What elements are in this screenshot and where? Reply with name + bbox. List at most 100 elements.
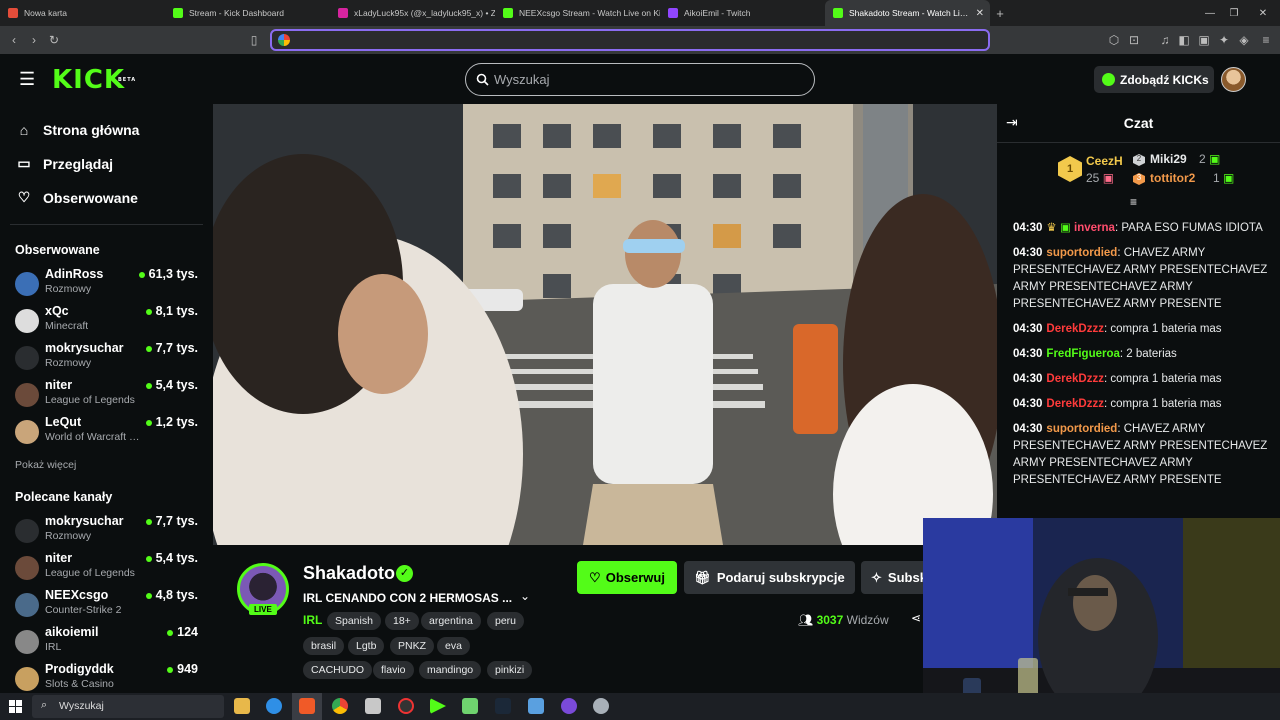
channel-name[interactable]: Shakadoto: [303, 563, 395, 584]
leader-name[interactable]: CeezH: [1086, 154, 1123, 168]
screenshot-icon[interactable]: ⊡: [1126, 32, 1142, 48]
app-icon[interactable]: [528, 698, 544, 714]
kick-favicon-icon: [173, 8, 183, 18]
recommended-channel[interactable]: aikoiemil IRL 124: [15, 625, 203, 659]
sidebar: ⌂ Strona główna ▭ Przeglądaj ♡ Obserwowane …: [0, 104, 213, 693]
followed-channel[interactable]: niter League of Legends 5,4 tys.: [15, 378, 203, 412]
back-icon[interactable]: ‹: [6, 32, 22, 48]
followed-channel[interactable]: LeQut World of Warcraft … 1,2 tys.: [15, 415, 203, 449]
avatar: [15, 519, 39, 543]
webcam-video-frame: [923, 518, 1280, 720]
obs-icon[interactable]: [398, 698, 414, 714]
kick-favicon-icon: [833, 8, 843, 18]
app-icon[interactable]: [593, 698, 609, 714]
music-icon[interactable]: ♫: [1157, 32, 1173, 48]
hamburger-menu-icon[interactable]: ☰: [19, 70, 35, 88]
file-explorer-icon[interactable]: [234, 698, 250, 714]
address-bar[interactable]: [270, 29, 990, 51]
browser-tab[interactable]: Nowa karta: [0, 0, 165, 26]
tag[interactable]: Spanish: [327, 612, 381, 630]
get-kicks-button[interactable]: Zdobądź KICKs: [1094, 66, 1214, 93]
follow-button[interactable]: ♡ Obserwuj: [577, 561, 677, 594]
search-icon: [476, 73, 489, 86]
app-icon[interactable]: [365, 698, 381, 714]
tag[interactable]: CACHUDO: [303, 661, 373, 679]
nav-following[interactable]: ♡ Obserwowane: [15, 189, 138, 206]
followed-channel[interactable]: mokrysuchar Rozmowy 7,7 tys.: [15, 341, 203, 375]
browser-tab[interactable]: Stream - Kick Dashboard: [165, 0, 330, 26]
avatar: [15, 420, 39, 444]
chevron-down-icon[interactable]: ⌄: [520, 589, 530, 603]
leader-count: 2 ▣: [1199, 152, 1221, 166]
tag[interactable]: flavio: [373, 661, 414, 679]
live-dot-icon: [167, 666, 174, 673]
media-player-icon[interactable]: [430, 698, 446, 714]
tag[interactable]: brasil: [303, 637, 345, 655]
category-link[interactable]: IRL: [303, 613, 322, 627]
search-input[interactable]: Wyszukaj: [465, 63, 815, 96]
chrome-icon[interactable]: [332, 698, 348, 714]
followed-channel[interactable]: xQc Minecraft 8,1 tys.: [15, 304, 203, 338]
browser-tab-active[interactable]: Shakadoto Stream - Watch Li… ✕: [825, 0, 990, 26]
gift-subscription-button[interactable]: 🎁︎ Podaruj subskrypcje: [684, 561, 855, 594]
recommended-channel[interactable]: niter League of Legends 5,4 tys.: [15, 551, 203, 585]
tag[interactable]: pinkizi: [487, 661, 533, 679]
live-badge: LIVE: [249, 604, 277, 615]
show-more-link[interactable]: Pokaż więcej: [15, 459, 76, 471]
gift-icon: ▣: [1209, 152, 1221, 166]
taskbar-search[interactable]: ⌕ Wyszukaj: [32, 695, 224, 718]
kick-logo[interactable]: KICK BETA: [52, 67, 135, 93]
chat-panel: ⇥ Czat 1 CeezH 25 ▣ 2 Miki29 2 ▣ 3 totti…: [997, 104, 1280, 518]
nav-browse[interactable]: ▭ Przeglądaj: [15, 155, 113, 172]
browser-toolbar: ‹ › ↻ ▯ ⬡ ⊡ ♫ ◧ ▣ ✦ ◈ ≡: [0, 26, 1280, 54]
browser-tab[interactable]: xLadyLuck95x (@x_ladyluck95_x) • Zd…: [330, 0, 495, 26]
expand-leaderboard-icon[interactable]: ≡: [1130, 195, 1137, 209]
menu-icon[interactable]: ≡: [1258, 32, 1274, 48]
stream-title: IRL CENANDO CON 2 HERMOSAS ...: [303, 591, 513, 605]
tag[interactable]: peru: [487, 612, 525, 630]
steam-icon[interactable]: [495, 698, 511, 714]
tag[interactable]: PNKZ: [390, 637, 435, 655]
gift-icon: ▣: [1102, 171, 1115, 185]
windows-start-icon[interactable]: [9, 700, 22, 713]
chat-message: 04:30 DerekDzzz: compra 1 bateria mas: [1013, 373, 1222, 385]
nav-home[interactable]: ⌂ Strona główna: [15, 122, 140, 138]
app-icon[interactable]: [462, 698, 478, 714]
leader-name[interactable]: Miki29: [1150, 152, 1187, 166]
edge-icon[interactable]: [266, 698, 282, 714]
recommended-channel[interactable]: NEEXcsgo Counter-Strike 2 4,8 tys.: [15, 588, 203, 622]
close-window-icon[interactable]: ✕: [1246, 0, 1280, 26]
tag[interactable]: argentina: [421, 612, 481, 630]
extensions-icon[interactable]: ⬡: [1106, 32, 1122, 48]
ai-icon[interactable]: ✦: [1216, 32, 1232, 48]
share-icon[interactable]: ⋖: [911, 611, 921, 625]
beta-badge: BETA: [118, 77, 137, 83]
followed-channel[interactable]: AdinRoss Rozmowy 61,3 tys.: [15, 267, 203, 301]
chat-message: 04:30 ♛ ▣ inverna: PARA ESO FUMAS IDIOTA: [1013, 222, 1263, 234]
rank-3-badge: 3: [1133, 173, 1145, 185]
tag[interactable]: eva: [437, 637, 470, 655]
shield-icon[interactable]: ◈: [1236, 32, 1252, 48]
subscribe-button[interactable]: ✧Subskrybuj: [861, 561, 931, 594]
tag[interactable]: 18+: [385, 612, 419, 630]
leader-name[interactable]: tottitor2: [1150, 171, 1195, 185]
close-tab-icon[interactable]: ✕: [976, 8, 984, 19]
wallet-icon[interactable]: ▣: [1196, 32, 1212, 48]
sidebar-icon[interactable]: ◧: [1176, 32, 1192, 48]
recommended-channel[interactable]: Prodigyddk Slots & Casino 949: [15, 662, 203, 696]
reload-icon[interactable]: ↻: [46, 32, 62, 48]
leader-count: 25 ▣: [1086, 171, 1115, 185]
browser-tab[interactable]: AikoiEmil - Twitch: [660, 0, 825, 26]
app-icon[interactable]: [561, 698, 577, 714]
new-tab-button[interactable]: +: [990, 6, 1010, 21]
forward-icon[interactable]: ›: [26, 32, 42, 48]
brave-icon[interactable]: [299, 698, 315, 714]
tag[interactable]: mandingo: [419, 661, 482, 679]
divider: [997, 142, 1280, 143]
user-avatar[interactable]: [1221, 67, 1246, 92]
tag[interactable]: Lgtb: [348, 637, 385, 655]
bookmark-icon[interactable]: ▯: [246, 32, 262, 48]
browser-tab[interactable]: NEEXcsgo Stream - Watch Live on Ki…: [495, 0, 660, 26]
video-player[interactable]: [213, 104, 997, 545]
recommended-channel[interactable]: mokrysuchar Rozmowy 7,7 tys.: [15, 514, 203, 548]
